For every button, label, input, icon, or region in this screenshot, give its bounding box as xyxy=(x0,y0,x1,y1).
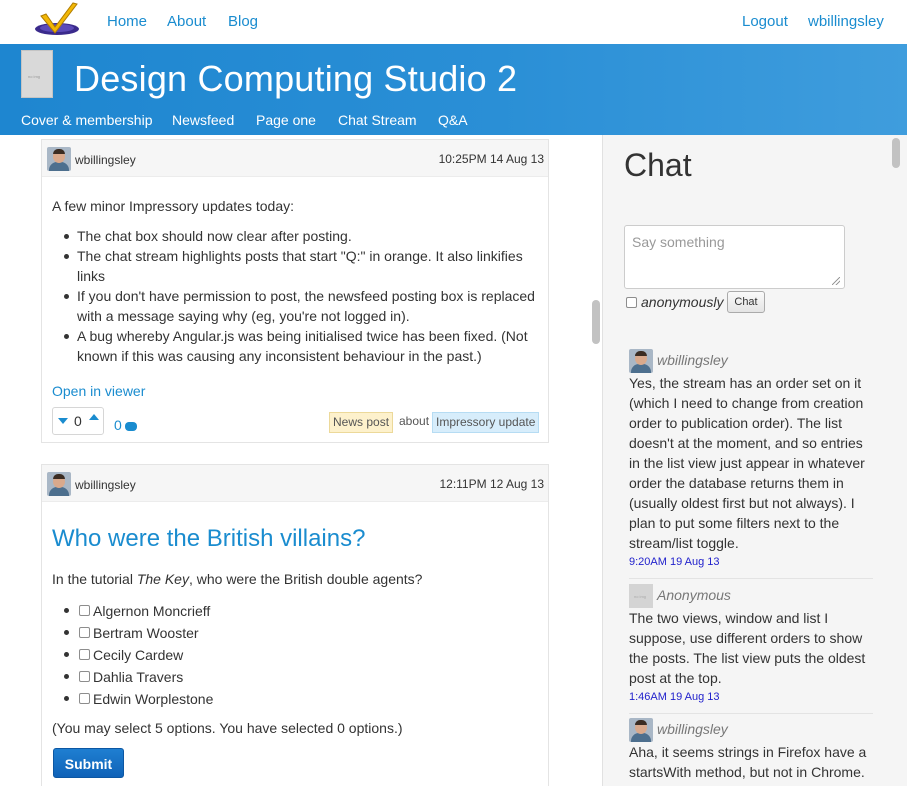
chat-author: Anonymous xyxy=(657,587,731,603)
course-title: Design Computing Studio 2 xyxy=(74,58,518,99)
comment-bubble-icon xyxy=(124,422,137,431)
list-item: The chat box should now clear after post… xyxy=(52,226,542,246)
chat-author: wbillingsley xyxy=(657,352,728,368)
answer-options: Algernon Moncrieff Bertram Wooster Cecil… xyxy=(52,601,213,711)
chat-message-input[interactable]: Say something xyxy=(624,225,845,289)
option-checkbox[interactable] xyxy=(79,671,90,682)
nav-blog-link[interactable]: Blog xyxy=(228,13,258,30)
impressory-logo-icon[interactable] xyxy=(33,2,81,40)
option-checkbox[interactable] xyxy=(79,605,90,616)
anonymous-checkbox[interactable] xyxy=(626,297,637,308)
answer-option[interactable]: Algernon Moncrieff xyxy=(52,601,213,623)
answer-option[interactable]: Bertram Wooster xyxy=(52,623,213,645)
post-type-badge: News post xyxy=(329,412,394,433)
list-item: If you don't have permission to post, th… xyxy=(52,286,542,326)
avatar xyxy=(47,147,71,171)
vote-down-icon[interactable] xyxy=(58,418,68,424)
update-list: The chat box should now clear after post… xyxy=(52,226,542,366)
post-timestamp: 12:11PM 12 Aug 13 xyxy=(439,477,544,491)
selection-note: (You may select 5 options. You have sele… xyxy=(52,720,403,736)
post-author: wbillingsley xyxy=(75,478,136,492)
banner-link-newsfeed[interactable]: Newsfeed xyxy=(172,112,234,128)
chat-send-button[interactable]: Chat xyxy=(727,291,765,313)
vote-widget: 0 xyxy=(52,407,104,435)
post-intro: A few minor Impressory updates today: xyxy=(52,198,294,214)
list-item: A bug whereby Angular.js was being initi… xyxy=(52,326,542,366)
chat-text: Yes, the stream has an order set on it (… xyxy=(629,375,865,551)
news-post: wbillingsley 10:25PM 14 Aug 13 A few min… xyxy=(41,139,549,443)
answer-option[interactable]: Edwin Worplestone xyxy=(52,689,213,711)
post-timestamp: 10:25PM 14 Aug 13 xyxy=(438,152,544,166)
comment-count: 0 xyxy=(114,417,122,433)
banner-link-page-one[interactable]: Page one xyxy=(256,112,316,128)
list-item: The chat stream highlights posts that st… xyxy=(52,246,542,286)
chat-scrollbar[interactable] xyxy=(892,138,900,168)
anonymous-label: anonymously xyxy=(641,294,724,310)
chat-timestamp: 9:20AM 19 Aug 13 xyxy=(629,556,720,568)
tag-about-label: about xyxy=(399,414,430,428)
comments-link[interactable]: 0 xyxy=(114,417,137,433)
nav-user-link[interactable]: wbillingsley xyxy=(808,13,884,30)
avatar xyxy=(47,472,71,496)
option-checkbox[interactable] xyxy=(79,693,90,704)
post-author: wbillingsley xyxy=(75,153,136,167)
chat-message: wbillingsley Aha, it seems strings in Fi… xyxy=(629,718,873,786)
banner-link-chat-stream[interactable]: Chat Stream xyxy=(338,112,417,128)
nav-home-link[interactable]: Home xyxy=(107,13,147,30)
topic-badge[interactable]: Impressory update xyxy=(432,412,540,433)
banner-link-cover[interactable]: Cover & membership xyxy=(21,112,153,128)
vote-up-icon[interactable] xyxy=(89,414,99,420)
resize-grip-icon[interactable] xyxy=(832,277,840,285)
chat-text: The two views, window and list I suppose… xyxy=(629,610,866,686)
post-content: A few minor Impressory updates today: Th… xyxy=(52,196,542,401)
submit-button[interactable]: Submit xyxy=(53,748,124,778)
chat-heading: Chat xyxy=(624,147,692,183)
chat-text: Aha, it seems strings in Firefox have a … xyxy=(629,744,867,780)
nav-about-link[interactable]: About xyxy=(167,13,206,30)
avatar xyxy=(629,718,653,742)
question-title[interactable]: Who were the British villains? xyxy=(52,525,365,553)
nav-logout-link[interactable]: Logout xyxy=(742,13,788,30)
banner-link-qa[interactable]: Q&A xyxy=(438,112,468,128)
chat-message: no img Anonymous The two views, window a… xyxy=(629,584,873,714)
newsfeed-column: wbillingsley 10:25PM 14 Aug 13 A few min… xyxy=(0,135,588,786)
chat-placeholder: Say something xyxy=(632,234,725,250)
top-navbar: Home About Blog Logout wbillingsley xyxy=(0,0,907,44)
anonymous-avatar: no img xyxy=(629,584,653,608)
option-checkbox[interactable] xyxy=(79,627,90,638)
answer-option[interactable]: Dahlia Travers xyxy=(52,667,213,689)
avatar xyxy=(629,349,653,373)
chat-author: wbillingsley xyxy=(657,721,728,737)
open-in-viewer-link[interactable]: Open in viewer xyxy=(52,381,542,401)
chat-sidebar: Chat Say something anonymously Chat wbil… xyxy=(602,135,907,786)
answer-option[interactable]: Cecily Cardew xyxy=(52,645,213,667)
course-thumbnail: no img xyxy=(21,50,53,98)
option-checkbox[interactable] xyxy=(79,649,90,660)
course-banner: no img Design Computing Studio 2 Cover &… xyxy=(0,44,907,135)
question-prompt: In the tutorial The Key, who were the Br… xyxy=(52,571,423,587)
question-post: wbillingsley 12:11PM 12 Aug 13 Who were … xyxy=(41,464,549,786)
feed-scrollbar[interactable] xyxy=(592,300,600,344)
chat-timestamp: 1:46AM 19 Aug 13 xyxy=(629,691,720,703)
vote-count: 0 xyxy=(74,413,82,429)
chat-message: wbillingsley Yes, the stream has an orde… xyxy=(629,349,873,579)
post-header: wbillingsley 12:11PM 12 Aug 13 xyxy=(42,465,548,502)
post-header: wbillingsley 10:25PM 14 Aug 13 xyxy=(42,140,548,177)
